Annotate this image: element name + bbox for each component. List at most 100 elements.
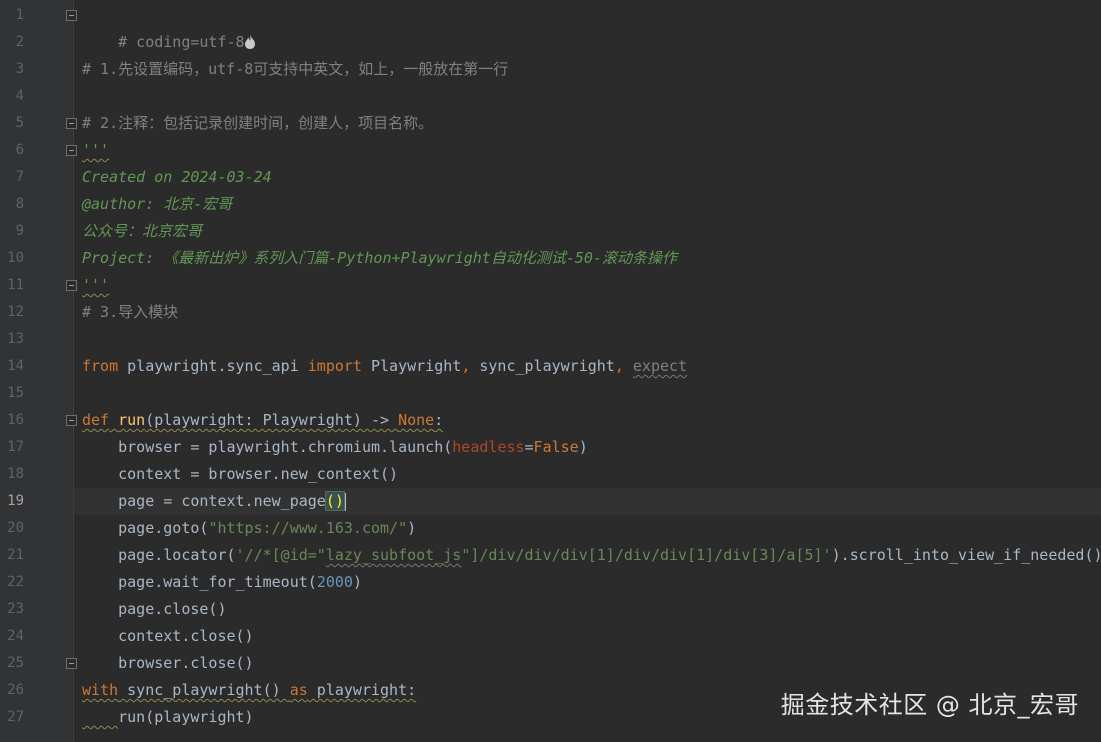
- line-number: 26: [7, 682, 24, 698]
- line-number: 22: [7, 574, 24, 590]
- code-text: ).scroll_into_view_if_needed(): [831, 546, 1101, 564]
- code-text: ): [578, 438, 588, 456]
- comment-text: # coding=utf-8: [118, 33, 245, 51]
- code-line-17[interactable]: browser = playwright.chromium.launch(hea…: [82, 434, 588, 461]
- line-number: 21: [7, 547, 24, 563]
- code-line-3[interactable]: # 1.先设置编码，utf-8可支持中英文，如上，一般放在第一行: [82, 56, 508, 83]
- keyword-none: None: [398, 411, 435, 429]
- keyword-from: from: [82, 357, 119, 375]
- code-line-10[interactable]: Project: 《最新出炉》系列入门篇-Python+Playwright自动…: [82, 245, 677, 272]
- line-number: 5: [15, 115, 24, 131]
- keyword-as: as: [289, 681, 308, 699]
- code-text: =: [524, 438, 534, 456]
- line-number: 10: [7, 250, 24, 266]
- code-line-1[interactable]: # coding=utf-8: [82, 2, 255, 51]
- code-text: ): [407, 519, 417, 537]
- line-number: 7: [15, 169, 24, 185]
- unused-import: expect: [632, 357, 688, 375]
- keyword-import: import: [307, 357, 362, 375]
- code-line-5[interactable]: # 2.注释：包括记录创建时间，创建人，项目名称。: [82, 110, 433, 137]
- line-number: 23: [7, 601, 24, 617]
- keyword-def: def: [82, 411, 110, 429]
- line-number: 8: [15, 196, 24, 212]
- code-line-12[interactable]: # 3.导入模块: [82, 299, 178, 326]
- module-name: playwright.sync_api: [118, 357, 308, 375]
- code-text: page.locator(: [82, 546, 236, 564]
- code-line-26[interactable]: with sync_playwright() as playwright:: [82, 677, 416, 704]
- code-text: page.goto(: [82, 519, 209, 537]
- code-line-27[interactable]: run(playwright): [82, 704, 254, 731]
- code-text: run(playwright): [118, 708, 254, 726]
- param-name: headless: [452, 438, 525, 456]
- line-number: 14: [7, 358, 24, 374]
- line-number-current: 19: [7, 493, 24, 509]
- line-number: 6: [15, 142, 24, 158]
- line-number: 17: [7, 439, 24, 455]
- code-line-25[interactable]: browser.close(): [82, 650, 253, 677]
- keyword-with: with: [82, 681, 119, 699]
- code-text: page.wait_for_timeout(: [82, 573, 317, 591]
- code-line-7[interactable]: Created on 2024-03-24: [82, 164, 272, 191]
- string-literal-typo: lazy_subfoot_js: [325, 546, 462, 564]
- comma: ,: [614, 357, 624, 375]
- code-text: browser = playwright.chromium.launch(: [82, 438, 453, 456]
- line-number: 16: [7, 412, 24, 428]
- code-text: playwright:: [307, 681, 417, 699]
- matched-paren: (): [324, 491, 345, 511]
- line-number: 12: [7, 304, 24, 320]
- import-name: Playwright: [361, 357, 462, 375]
- code-line-11[interactable]: ''': [82, 272, 109, 299]
- code-line-9[interactable]: 公众号：北京宏哥: [82, 218, 202, 245]
- string-literal: "https://www.163.com/": [208, 519, 408, 537]
- flame-icon: [244, 35, 255, 49]
- docstring-quote: ''': [82, 141, 110, 159]
- line-number: 4: [15, 88, 24, 104]
- code-line-6[interactable]: ''': [82, 137, 109, 164]
- line-number: 9: [15, 223, 24, 239]
- string-literal: '//*[@id=": [235, 546, 326, 564]
- code-line-16[interactable]: def run(playwright: Playwright) -> None:: [82, 407, 443, 434]
- code-line-18[interactable]: context = browser.new_context(): [82, 461, 398, 488]
- code-line-20[interactable]: page.goto("https://www.163.com/"): [82, 515, 416, 542]
- watermark-text: 掘金技术社区 @ 北京_宏哥: [780, 691, 1079, 719]
- code-editor[interactable]: 1 2 3 4 5 6 7 8 9 10 11 12 13 14 15 16 1…: [0, 0, 1101, 742]
- code-text: ): [352, 573, 362, 591]
- code-line-21[interactable]: page.locator('//*[@id="lazy_subfoot_js"]…: [82, 542, 1101, 569]
- code-line-19[interactable]: page = context.new_page(): [82, 488, 346, 515]
- line-number: 18: [7, 466, 24, 482]
- line-number: 13: [7, 331, 24, 347]
- import-name: sync_playwright: [470, 357, 615, 375]
- code-text: sync_playwright(): [118, 681, 290, 699]
- fold-open-icon[interactable]: [66, 415, 77, 426]
- fold-open-icon[interactable]: [66, 145, 77, 156]
- code-text: page = context.new_page: [82, 492, 326, 510]
- code-line-22[interactable]: page.wait_for_timeout(2000): [82, 569, 362, 596]
- function-signature: (playwright: Playwright) ->: [145, 411, 399, 429]
- function-name: run: [118, 411, 146, 429]
- fold-open-icon[interactable]: [66, 118, 77, 129]
- code-line-8[interactable]: @author: 北京-宏哥: [82, 191, 232, 218]
- line-number: 11: [7, 277, 24, 293]
- line-number: 3: [15, 61, 24, 77]
- keyword-false: False: [533, 438, 579, 456]
- comma: ,: [461, 357, 471, 375]
- fold-close-icon[interactable]: [66, 280, 77, 291]
- line-number: 25: [7, 655, 24, 671]
- code-line-14[interactable]: from playwright.sync_api import Playwrig…: [82, 353, 687, 380]
- line-number: 24: [7, 628, 24, 644]
- fold-open-icon[interactable]: [66, 10, 77, 21]
- colon: :: [434, 411, 444, 429]
- code-line-24[interactable]: context.close(): [82, 623, 253, 650]
- line-number: 1: [15, 7, 24, 23]
- line-number: 15: [7, 385, 24, 401]
- code-line-23[interactable]: page.close(): [82, 596, 226, 623]
- text-caret: [343, 492, 346, 511]
- line-number: 20: [7, 520, 24, 536]
- line-number: 2: [15, 34, 24, 50]
- line-number: 27: [7, 709, 24, 725]
- string-literal: "]/div/div/div[1]/div/div[1]/div[3]/a[5]…: [461, 546, 832, 564]
- fold-close-icon[interactable]: [66, 658, 77, 669]
